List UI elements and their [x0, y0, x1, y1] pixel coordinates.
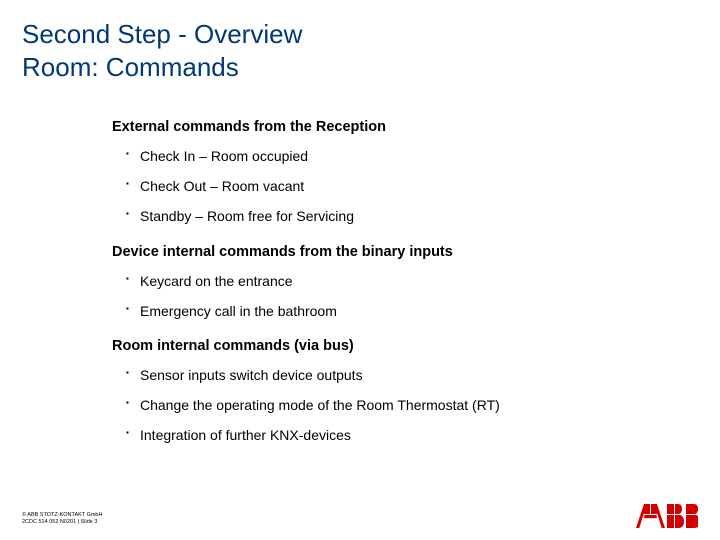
- list-item: Check In – Room occupied: [126, 147, 678, 165]
- bullet-list: Check In – Room occupied Check Out – Roo…: [112, 147, 678, 226]
- footer-copyright: © ABB STOTZ-KONTAKT GmbH 2CDC 514 052 N0…: [22, 512, 102, 526]
- section-heading: Room internal commands (via bus): [112, 338, 678, 354]
- list-item: Check Out – Room vacant: [126, 177, 678, 195]
- list-item: Integration of further KNX-devices: [126, 426, 678, 444]
- section-heading: External commands from the Reception: [112, 119, 678, 135]
- section-heading: Device internal commands from the binary…: [112, 244, 678, 260]
- abb-logo-icon: [636, 504, 698, 528]
- list-item: Standby – Room free for Servicing: [126, 207, 678, 225]
- bullet-list: Keycard on the entrance Emergency call i…: [112, 272, 678, 320]
- title-line-2: Room: Commands: [22, 51, 698, 84]
- list-item: Change the operating mode of the Room Th…: [126, 396, 678, 414]
- title-line-1: Second Step - Overview: [22, 18, 698, 51]
- list-item: Sensor inputs switch device outputs: [126, 366, 678, 384]
- slide-title: Second Step - Overview Room: Commands: [22, 18, 698, 83]
- footer-line-1: © ABB STOTZ-KONTAKT GmbH: [22, 512, 102, 519]
- list-item: Emergency call in the bathroom: [126, 302, 678, 320]
- bullet-list: Sensor inputs switch device outputs Chan…: [112, 366, 678, 445]
- list-item: Keycard on the entrance: [126, 272, 678, 290]
- footer-line-2: 2CDC 514 052 N0201 | Slide 3: [22, 519, 102, 526]
- slide: Second Step - Overview Room: Commands Ex…: [0, 0, 720, 540]
- slide-content: External commands from the Reception Che…: [112, 119, 678, 445]
